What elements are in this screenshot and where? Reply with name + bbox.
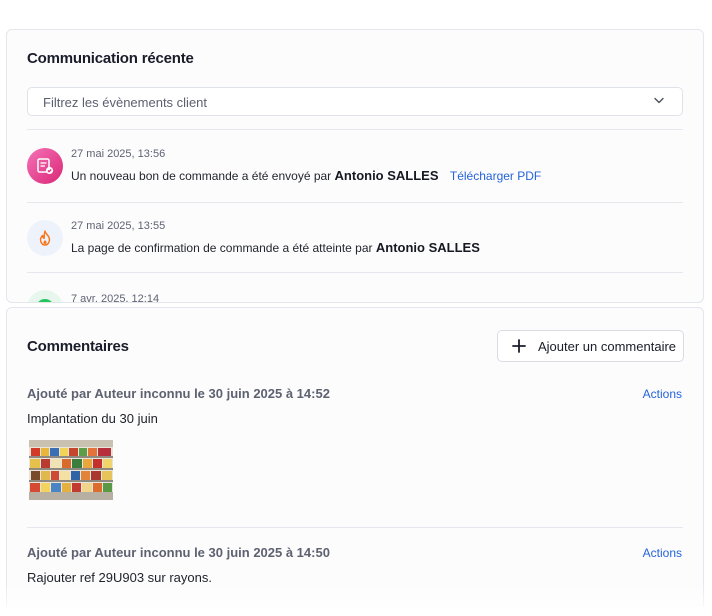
purchase-order-icon	[27, 148, 63, 184]
chevron-down-icon	[654, 97, 664, 104]
comment-actions-link[interactable]: Actions	[643, 546, 682, 560]
download-pdf-link[interactable]: Télécharger PDF	[450, 169, 541, 183]
event-description: La page de confirmation de commande a ét…	[71, 240, 480, 255]
event-date: 27 mai 2025, 13:55	[71, 220, 166, 232]
divider	[27, 202, 683, 203]
bottom-fade-overlay	[0, 582, 712, 616]
flame-icon	[27, 220, 63, 256]
divider	[27, 129, 683, 130]
event-description: Un nouveau bon de commande a été envoyé …	[71, 168, 541, 183]
event-text: La page de confirmation de commande a ét…	[71, 241, 373, 255]
comment-image-thumbnail[interactable]	[29, 440, 113, 500]
status-dot-icon	[27, 290, 63, 302]
comment-meta: Ajouté par Auteur inconnu le 30 juin 202…	[27, 545, 330, 560]
plus-icon	[512, 339, 526, 353]
comments-card: Commentaires Ajouter un commentaire Ajou…	[6, 307, 704, 607]
event-item: 7 avr. 2025, 12:14	[27, 290, 683, 303]
divider	[27, 527, 683, 528]
event-date: 7 avr. 2025, 12:14	[71, 293, 160, 303]
divider	[27, 272, 683, 273]
comment-text: Implantation du 30 juin	[27, 411, 158, 426]
comment-meta: Ajouté par Auteur inconnu le 30 juin 202…	[27, 386, 330, 401]
event-text: Un nouveau bon de commande a été envoyé …	[71, 169, 332, 183]
comment-actions-link[interactable]: Actions	[643, 387, 682, 401]
event-author: Antonio SALLES	[334, 168, 439, 183]
event-filter-placeholder: Filtrez les évènements client	[43, 95, 208, 110]
recent-communication-title: Communication récente	[27, 50, 194, 67]
add-comment-label: Ajouter un commentaire	[538, 339, 677, 354]
comments-title: Commentaires	[27, 338, 129, 355]
event-date: 27 mai 2025, 13:56	[71, 148, 166, 160]
add-comment-button[interactable]: Ajouter un commentaire	[497, 330, 684, 362]
event-author: Antonio SALLES	[375, 240, 480, 255]
event-item: 27 mai 2025, 13:55 La page de confirmati…	[27, 220, 683, 270]
recent-communication-card: Communication récente Filtrez les évènem…	[6, 29, 704, 303]
event-filter-select[interactable]: Filtrez les évènements client	[27, 87, 683, 116]
event-item: 27 mai 2025, 13:56 Un nouveau bon de com…	[27, 148, 683, 198]
